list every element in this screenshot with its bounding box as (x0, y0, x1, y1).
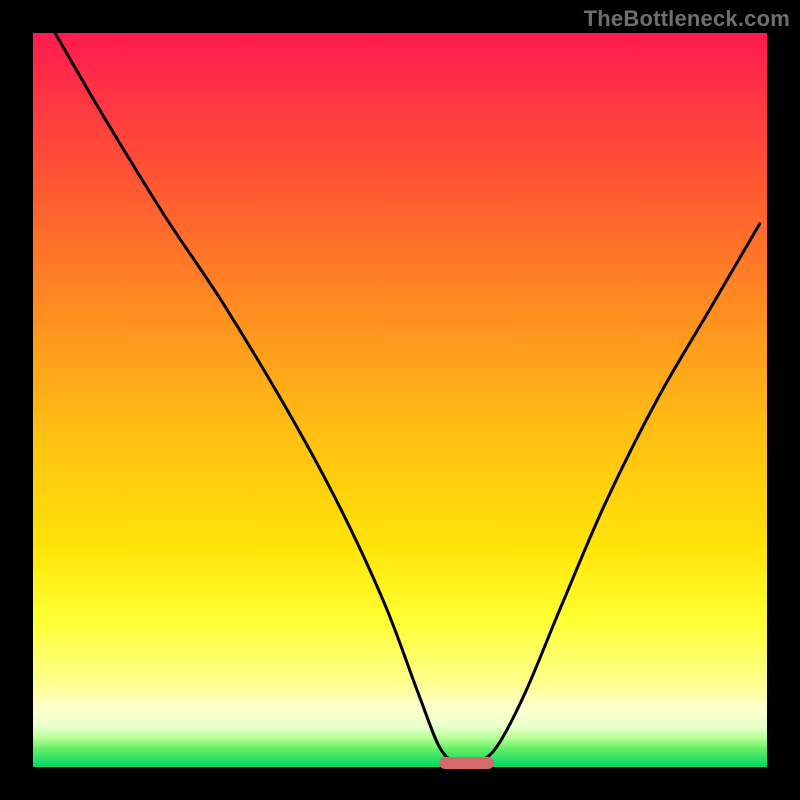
watermark-text: TheBottleneck.com (584, 6, 790, 32)
bottleneck-curve (33, 33, 767, 767)
curve-path (55, 33, 760, 765)
minimum-marker (439, 757, 494, 769)
plot-area (33, 33, 767, 767)
chart-frame: TheBottleneck.com (0, 0, 800, 800)
